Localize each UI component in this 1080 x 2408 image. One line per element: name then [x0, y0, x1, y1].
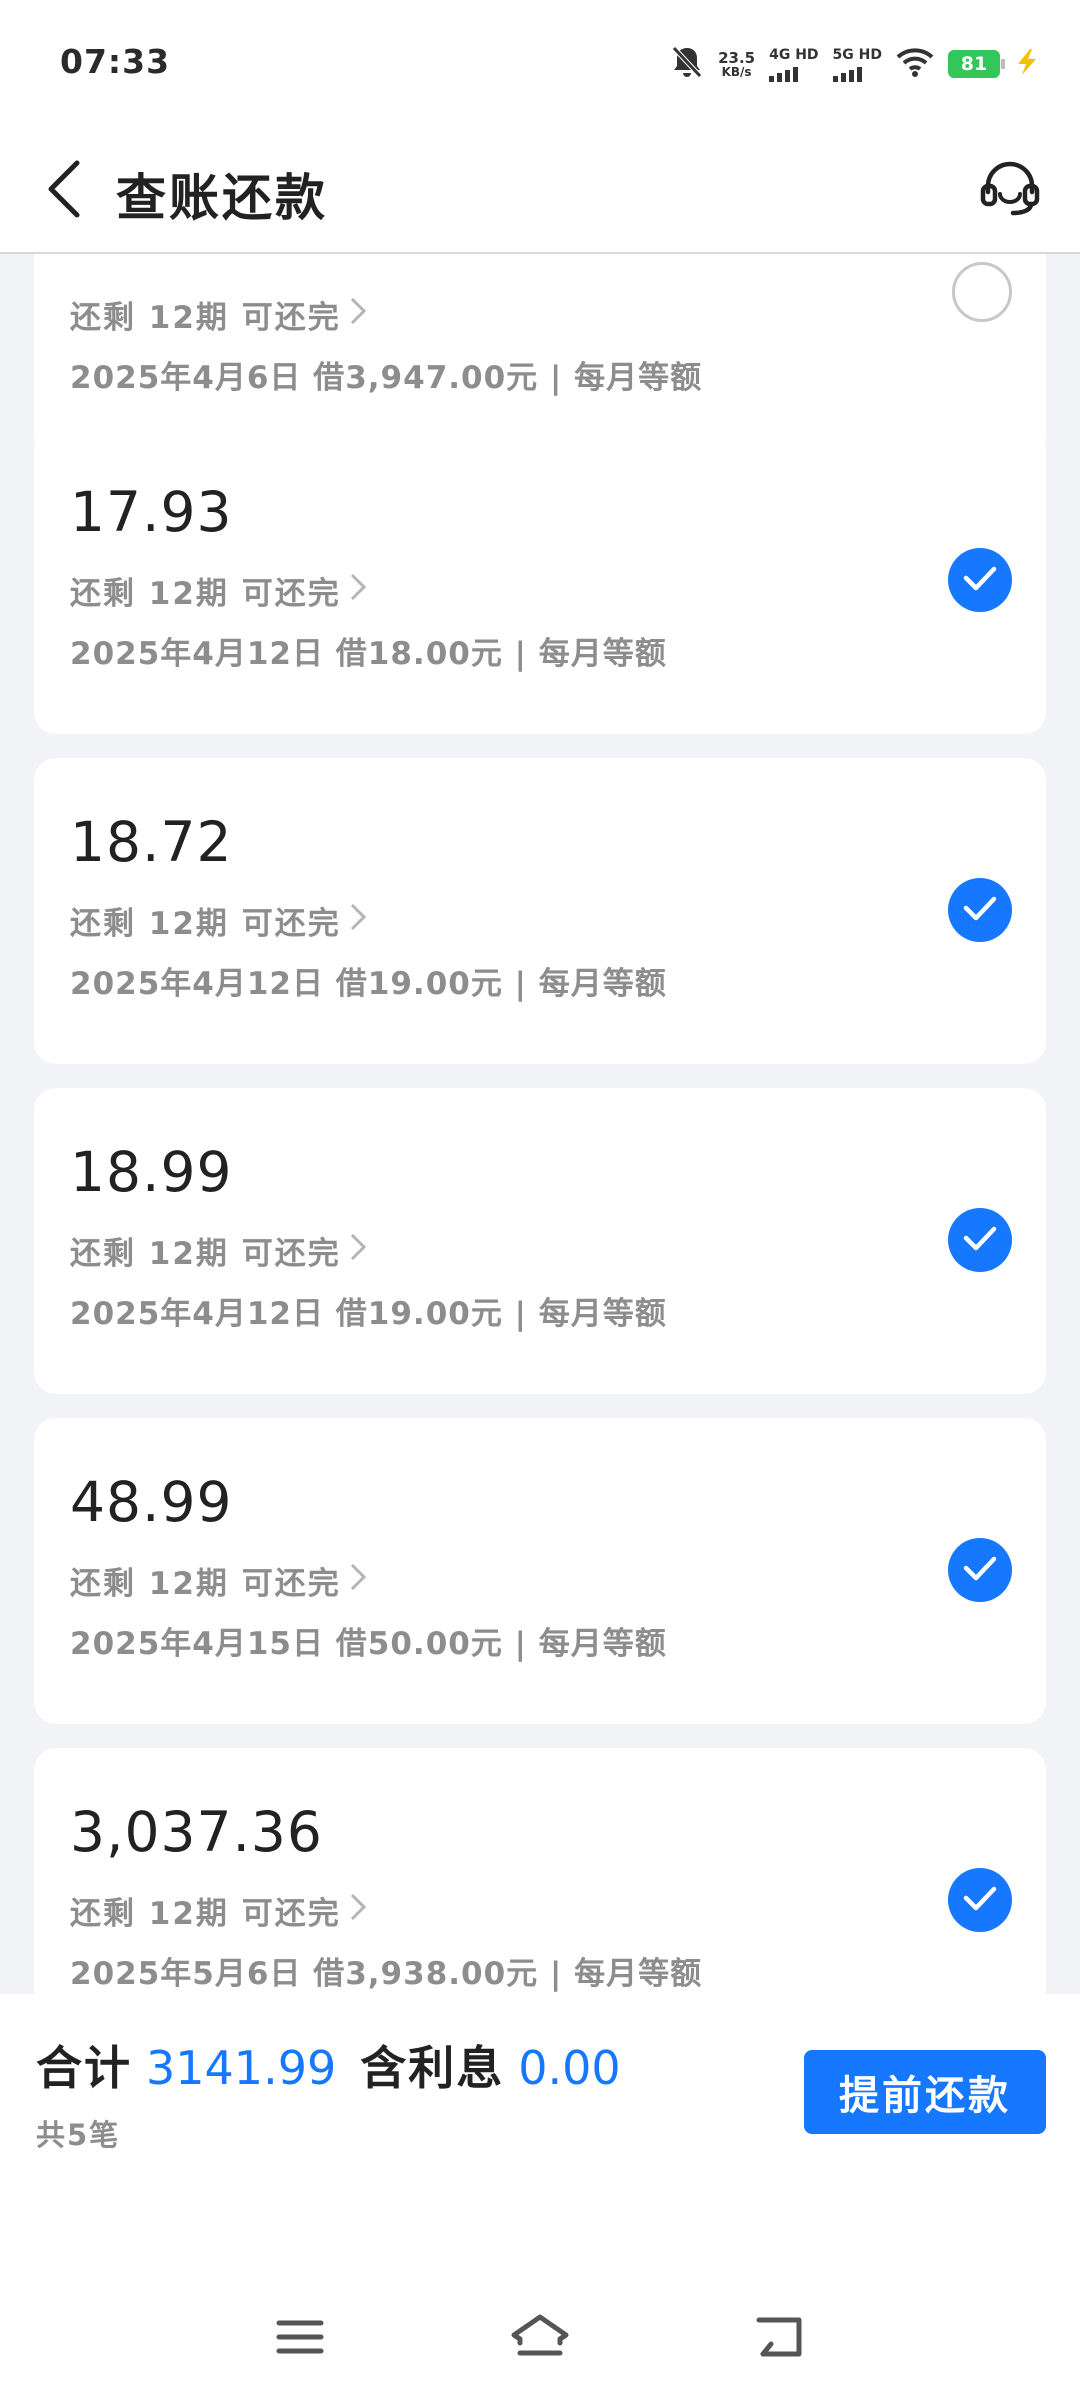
loan-checkbox-checked[interactable]: [948, 1538, 1012, 1602]
chevron-right-icon: [349, 572, 367, 610]
total-value: 3141.99: [146, 2041, 337, 2095]
remaining-periods-link[interactable]: 还剩 12期 可还完: [70, 1888, 367, 1933]
status-bar: 07:33 23.5 KB/s 4G HD 5G HD 81: [0, 0, 1080, 130]
status-time: 07:33: [60, 42, 171, 81]
bell-muted-icon: [670, 44, 704, 84]
customer-service-icon: [978, 156, 1042, 224]
loan-info: 2025年5月6日 借3,938.00元 | 每月等额: [70, 1956, 703, 1992]
back-button[interactable]: [30, 152, 100, 230]
signal-icon: [832, 66, 862, 82]
chevron-right-icon: [349, 1232, 367, 1270]
menu-icon: [275, 2317, 325, 2361]
chevron-right-icon: [349, 902, 367, 940]
back-icon: [753, 2314, 807, 2364]
check-icon: [962, 894, 998, 926]
home-icon: [510, 2313, 570, 2365]
loan-checkbox-checked[interactable]: [948, 1208, 1012, 1272]
loan-checkbox-checked[interactable]: [948, 548, 1012, 612]
loan-checkbox-checked[interactable]: [948, 878, 1012, 942]
charging-icon: [1014, 47, 1040, 81]
wifi-icon: [896, 47, 934, 81]
interest-value: 0.00: [518, 2041, 621, 2095]
prepay-button[interactable]: 提前还款: [804, 2050, 1046, 2134]
loan-info: 2025年4月15日 借50.00元 | 每月等额: [70, 1626, 667, 1662]
remaining-periods-link[interactable]: 还剩 12期 可还完: [70, 1558, 367, 1603]
loan-checkbox-unchecked[interactable]: [952, 262, 1012, 322]
customer-service-button[interactable]: [970, 150, 1050, 230]
loan-amount: 18.72: [70, 810, 233, 874]
system-nav-bar: [0, 2204, 1080, 2408]
loan-amount: 18.99: [70, 1140, 233, 1204]
loan-info: 2025年4月12日 借19.00元 | 每月等额: [70, 1296, 667, 1332]
back-nav-button[interactable]: [735, 2304, 825, 2374]
loan-card[interactable]: 48.99 还剩 12期 可还完 2025年4月15日 借50.00元 | 每月…: [34, 1418, 1046, 1724]
network-speed: 23.5 KB/s: [718, 49, 756, 79]
loan-amount: 48.99: [70, 1470, 233, 1534]
page-title: 查账还款: [116, 169, 328, 227]
loan-card[interactable]: 17.93 还剩 12期 可还完 2025年4月12日 借18.00元 | 每月…: [34, 428, 1046, 734]
chevron-right-icon: [349, 1892, 367, 1930]
loan-checkbox-checked[interactable]: [948, 1868, 1012, 1932]
loan-card[interactable]: 18.99 还剩 12期 可还完 2025年4月12日 借19.00元 | 每月…: [34, 1088, 1046, 1394]
summary-bar: 合计 3141.99 含利息 0.00 共5笔 提前还款: [0, 1994, 1080, 2204]
loan-info: 2025年4月12日 借19.00元 | 每月等额: [70, 966, 667, 1002]
back-arrow-icon: [45, 159, 85, 223]
sim2-signal: 5G HD: [832, 47, 882, 82]
loan-info: 2025年4月6日 借3,947.00元 | 每月等额: [70, 360, 703, 396]
interest-label: 含利息: [360, 2041, 505, 2095]
loan-info: 2025年4月12日 借18.00元 | 每月等额: [70, 636, 667, 672]
remaining-periods-link[interactable]: 还剩 12期 可还完: [70, 1228, 367, 1273]
home-button[interactable]: [495, 2304, 585, 2374]
loan-card[interactable]: 3,037.36 还剩 12期 可还完 2025年5月6日 借3,938.00元…: [34, 1748, 1046, 1994]
check-icon: [962, 1884, 998, 1916]
loan-card[interactable]: 18.72 还剩 12期 可还完 2025年4月12日 借19.00元 | 每月…: [34, 758, 1046, 1064]
selected-count: 共5笔: [36, 2118, 121, 2152]
total-label: 合计: [36, 2041, 132, 2095]
chevron-right-icon: [349, 1562, 367, 1600]
app-header: 查账还款: [0, 130, 1080, 254]
signal-icon: [769, 66, 799, 82]
menu-button[interactable]: [255, 2304, 345, 2374]
chevron-right-icon: [349, 296, 367, 334]
check-icon: [962, 1554, 998, 1586]
sim1-signal: 4G HD: [769, 47, 819, 82]
check-icon: [962, 1224, 998, 1256]
battery-icon: 81: [948, 50, 1005, 78]
loan-amount: 17.93: [70, 480, 233, 544]
check-icon: [962, 564, 998, 596]
remaining-periods-link[interactable]: 还剩 12期 可还完: [70, 568, 367, 613]
remaining-periods-link[interactable]: 还剩 12期 可还完: [70, 292, 367, 337]
total-summary: 合计 3141.99 含利息 0.00: [36, 2032, 645, 2098]
loan-list[interactable]: 还剩 12期 可还完 2025年4月6日 借3,947.00元 | 每月等额 1…: [0, 252, 1080, 1994]
remaining-periods-link[interactable]: 还剩 12期 可还完: [70, 898, 367, 943]
loan-amount: 3,037.36: [70, 1800, 323, 1864]
status-icons: 23.5 KB/s 4G HD 5G HD 81: [670, 40, 1040, 88]
